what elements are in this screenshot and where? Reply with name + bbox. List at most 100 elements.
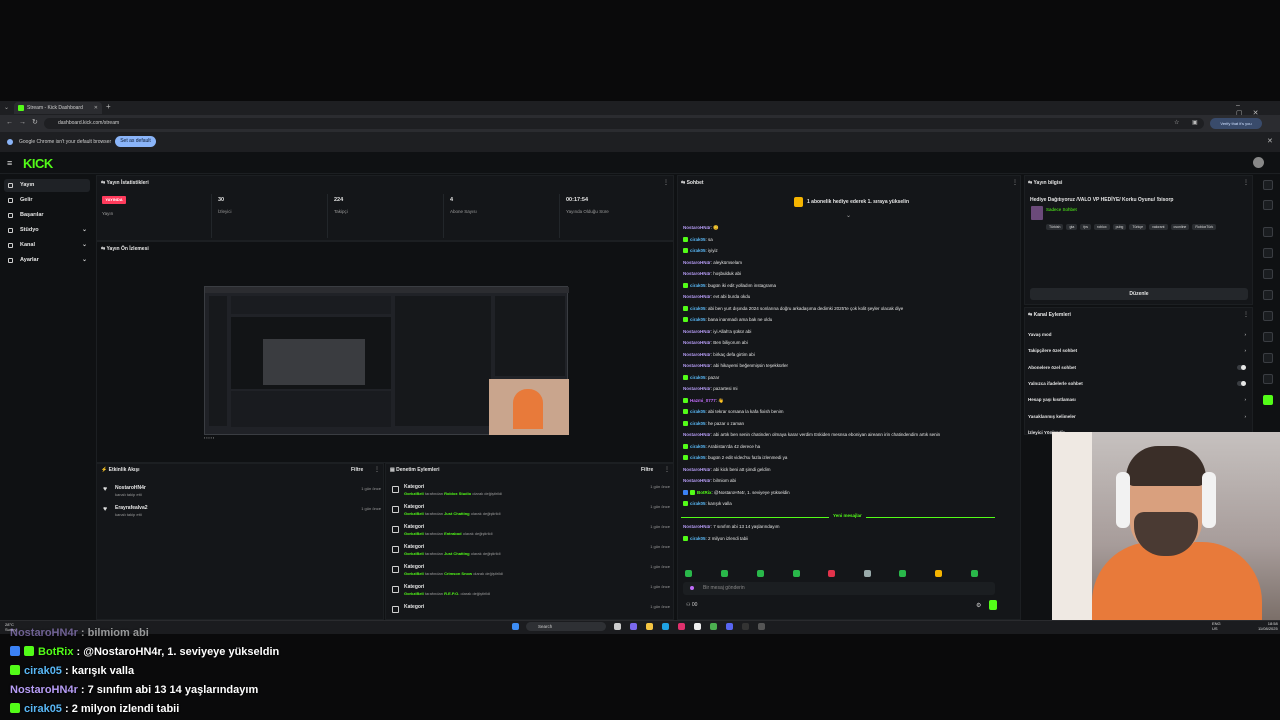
stream-preview[interactable]: [204, 286, 569, 435]
emote-icon[interactable]: [899, 570, 906, 577]
bookmark-star-icon[interactable]: ☆: [1174, 119, 1179, 126]
instagram-icon[interactable]: [678, 623, 685, 630]
rail-close-icon[interactable]: [1263, 227, 1273, 237]
sidebar-item-yayin[interactable]: Yayın: [4, 179, 90, 192]
chat-username[interactable]: cirak05: [690, 409, 706, 414]
chat-username[interactable]: cirak05: [690, 501, 706, 506]
chat-username[interactable]: NostaroHN4r: [683, 271, 711, 276]
chevron-down-icon[interactable]: ⌄: [846, 212, 851, 219]
moderation-filter-button[interactable]: Filtre: [641, 467, 653, 473]
edit-button[interactable]: Düzenle: [1030, 288, 1248, 300]
emoji-icon[interactable]: [690, 586, 694, 590]
clock[interactable]: 18:58 11/08/2025: [1258, 621, 1278, 631]
chat-username[interactable]: Hazmi_0777: [690, 398, 716, 403]
channel-action-item[interactable]: Hesap yaşı kısıtlaması ›: [1028, 393, 1250, 407]
rail-bolt-icon[interactable]: [1263, 248, 1273, 258]
toggle-switch[interactable]: [1237, 364, 1246, 370]
menu-icon[interactable]: ≡: [7, 158, 12, 168]
tag[interactable]: RobloxTürk: [1192, 224, 1217, 230]
chat-username[interactable]: cirak05: [690, 283, 706, 288]
chrome-taskbar-icon[interactable]: [710, 623, 717, 630]
chat-username[interactable]: NostaroHN4r: [683, 294, 711, 299]
edge-icon[interactable]: [662, 623, 669, 630]
sidebar-item-basarilar[interactable]: Başarılar: [4, 209, 90, 222]
rail-swap-icon[interactable]: [1263, 311, 1273, 321]
chat-username[interactable]: NostaroHN4r: [683, 352, 711, 357]
chat-username[interactable]: NostaroHN4r: [683, 260, 711, 265]
infobar-close-icon[interactable]: ✕: [1267, 137, 1273, 145]
rail-doc-icon[interactable]: [1263, 269, 1273, 279]
rail-tool-icon[interactable]: [1263, 353, 1273, 363]
channel-action-item[interactable]: Abonelere özel sohbet: [1028, 361, 1250, 375]
chat-username[interactable]: NostaroHN4r: [683, 386, 711, 391]
teams-icon[interactable]: [630, 623, 637, 630]
address-bar[interactable]: dashboard.kick.com/stream: [44, 118, 1204, 129]
chat-username[interactable]: NostaroHN4r: [683, 467, 711, 472]
chat-username[interactable]: cirak05: [690, 317, 706, 322]
store-icon[interactable]: [694, 623, 701, 630]
chat-username[interactable]: cirak05: [690, 237, 706, 242]
chat-username[interactable]: cirak05: [690, 444, 706, 449]
emote-icon[interactable]: [721, 570, 728, 577]
sidebar-item-studyo[interactable]: Stüdyo ⌄: [4, 224, 90, 237]
emote-icon[interactable]: [935, 570, 942, 577]
new-tab-button[interactable]: +: [106, 102, 111, 111]
start-icon[interactable]: [512, 623, 519, 630]
tag[interactable]: pubg: [1112, 224, 1127, 230]
tag[interactable]: csonline: [1170, 224, 1190, 230]
rail-edit-icon[interactable]: [1263, 200, 1273, 210]
chat-username[interactable]: NostaroHN4r: [683, 478, 711, 483]
send-button[interactable]: [989, 600, 997, 610]
channel-action-item[interactable]: Yasaklanmış kelimeler ›: [1028, 410, 1250, 424]
emote-icon[interactable]: [971, 570, 978, 577]
rail-add-icon[interactable]: [1263, 395, 1273, 405]
taskbar-search[interactable]: Search: [526, 622, 606, 631]
more-icon[interactable]: ⋮: [663, 179, 669, 186]
chat-settings-icon[interactable]: ⚙: [976, 602, 981, 609]
chat-username[interactable]: NostaroHN4r: [683, 524, 711, 529]
emote-icon[interactable]: [828, 570, 835, 577]
channel-action-item[interactable]: Yalnızca ifadelerle sohbet: [1028, 377, 1250, 391]
task-view-icon[interactable]: [614, 623, 621, 630]
rail-chat-icon[interactable]: [1263, 290, 1273, 300]
channel-action-item[interactable]: Yavaş mod ›: [1028, 328, 1250, 342]
tag[interactable]: fps: [1080, 224, 1092, 230]
emote-icon[interactable]: [685, 570, 692, 577]
tab-search-icon[interactable]: ⌄: [4, 104, 9, 111]
sidebar-item-ayarlar[interactable]: Ayarlar ⌄: [4, 254, 90, 267]
app-icon[interactable]: [758, 623, 765, 630]
toggle-switch[interactable]: [1237, 380, 1246, 386]
avatar[interactable]: [1253, 157, 1264, 168]
more-icon[interactable]: ⋮: [1243, 311, 1249, 318]
set-default-button[interactable]: Set as default: [115, 136, 156, 147]
chat-username[interactable]: NostaroHN4r: [683, 363, 711, 368]
browser-tab[interactable]: Stream - Kick Dashboard ✕: [14, 102, 102, 114]
explorer-icon[interactable]: [646, 623, 653, 630]
rail-pin-icon[interactable]: [1263, 374, 1273, 384]
category-name[interactable]: Sadece Sohbet: [1046, 207, 1077, 212]
more-icon[interactable]: ⋮: [1012, 179, 1018, 186]
activity-filter-button[interactable]: Filtre: [351, 467, 363, 473]
tag[interactable]: gta: [1066, 224, 1078, 230]
chat-username[interactable]: NostaroHN4r: [683, 225, 711, 230]
chat-username[interactable]: NostaroHN4r: [683, 329, 711, 334]
chat-username[interactable]: cirak05: [690, 421, 706, 426]
emote-icon[interactable]: [793, 570, 800, 577]
nav-buttons[interactable]: ←→↻: [6, 118, 44, 126]
chat-username[interactable]: cirak05: [690, 306, 706, 311]
rail-list-icon[interactable]: [1263, 332, 1273, 342]
chat-username[interactable]: cirak05: [690, 375, 706, 380]
tag[interactable]: valorant: [1149, 224, 1168, 230]
more-icon[interactable]: ⋮: [664, 466, 670, 473]
tag[interactable]: Türkish: [1046, 224, 1064, 230]
sidebar-item-kanal[interactable]: Kanal ⌄: [4, 239, 90, 252]
extensions-icon[interactable]: ▣: [1192, 119, 1198, 126]
obs-icon[interactable]: [742, 623, 749, 630]
chat-username[interactable]: cirak05: [690, 536, 706, 541]
chat-username[interactable]: cirak05: [690, 455, 706, 460]
chat-username[interactable]: BotRix: [697, 490, 712, 495]
more-icon[interactable]: ⋮: [374, 466, 380, 473]
tab-close-icon[interactable]: ✕: [94, 102, 98, 114]
discord-icon[interactable]: [726, 623, 733, 630]
channel-action-item[interactable]: Takipçilere özel sohbet ›: [1028, 344, 1250, 358]
